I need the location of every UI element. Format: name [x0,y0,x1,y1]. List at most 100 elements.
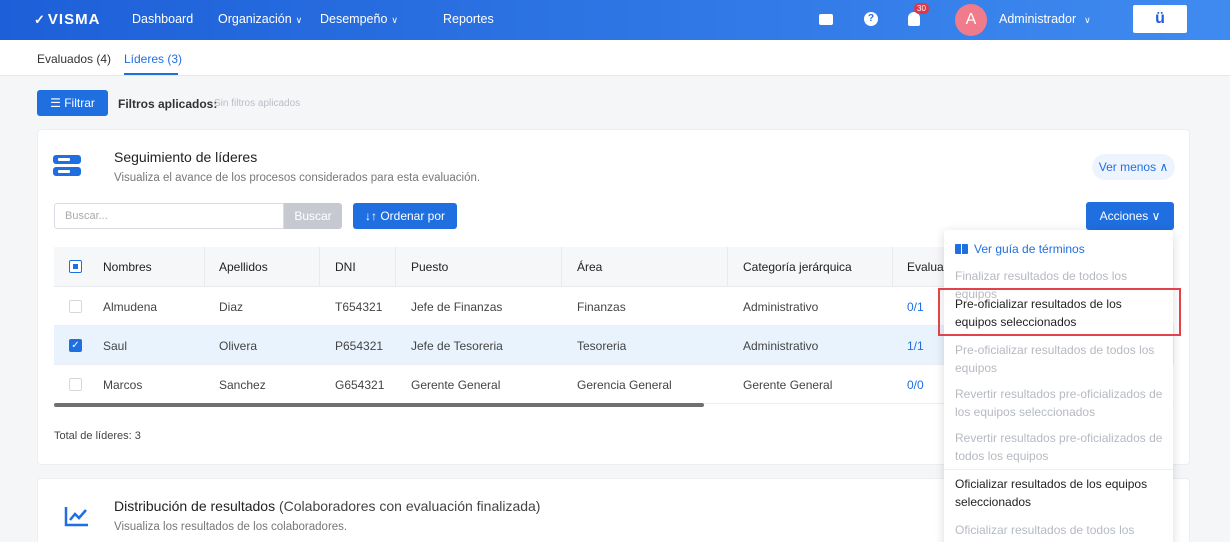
nav-reportes[interactable]: Reportes [443,12,494,26]
nav-desempeno[interactable]: Desempeño ∨ [320,12,398,26]
order-by-button[interactable]: ↓↑ Ordenar por [353,203,457,229]
filter-icon: ☰ [50,96,65,110]
cell-evaluados-link[interactable]: 1/1 [907,339,924,353]
cell-evaluados-link[interactable]: 0/1 [907,300,924,314]
menu-item-revert-all: Revertir resultados pre-oficializados de… [955,431,1163,463]
menu-item-preofficialize-all: Pre-oficializar resultados de todos los … [955,343,1155,375]
actions-button[interactable]: Acciones ∨ [1086,202,1174,230]
order-by-label: Ordenar por [380,209,446,223]
card-title-main: Distribución de resultados [114,498,276,514]
cell-apellidos: Sanchez [219,378,266,392]
visma-mark-icon: ✓ [34,12,46,27]
user-name: Administrador [999,12,1077,26]
filter-button[interactable]: ☰ Filtrar [37,90,108,116]
server-icon-bar-top [53,155,81,164]
chevron-down-icon: ∨ [391,15,398,25]
cell-area: Gerencia General [577,378,672,392]
column-separator [319,247,320,287]
column-header-dni[interactable]: DNI [335,260,356,274]
column-header-nombres[interactable]: Nombres [103,260,152,274]
column-header-categoria[interactable]: Categoría jerárquica [743,260,852,274]
search-button[interactable]: Buscar [284,203,342,229]
row-checkbox[interactable] [69,378,82,391]
top-navigation-bar: ✓ VISMA Dashboard Organización ∨ Desempeño… [0,0,1230,40]
briefcase-icon[interactable] [819,14,833,25]
nav-dashboard-label: Dashboard [132,12,194,26]
notification-badge: 30 [914,3,929,14]
menu-item-officialize-selected[interactable]: Oficializar resultados de los equipos se… [944,475,1173,511]
total-leaders: Total de líderes: 3 [54,430,141,442]
cell-puesto: Jefe de Finanzas [411,300,503,314]
row-checkbox[interactable] [69,300,82,313]
cell-area: Finanzas [577,300,626,314]
filters-applied-value: Sin filtros aplicados [214,98,301,109]
cell-categoria: Gerente General [743,378,833,392]
filters-applied-label: Filtros aplicados: [118,97,218,111]
sort-icon: ↓↑ [364,209,381,223]
menu-item-terms-guide[interactable]: Ver guía de términos [944,240,1173,258]
active-tab-indicator [124,73,178,75]
row-checkbox[interactable]: ✓ [69,339,82,352]
server-icon-bar-bottom [53,167,81,176]
card-subtitle: Visualiza los resultados de los colabora… [114,521,348,533]
column-separator [395,247,396,287]
user-menu[interactable]: Administrador ∨ [999,12,1091,26]
cell-apellidos: Diaz [219,300,244,314]
server-icon [53,153,81,177]
toggle-details-label: Ver menos [1098,160,1157,174]
toggle-details-button[interactable]: Ver menos ∧ [1092,154,1175,180]
nav-organizacion-label: Organización [218,12,292,26]
search-input[interactable] [54,203,284,229]
column-separator [892,247,893,287]
column-header-apellidos[interactable]: Apellidos [219,260,268,274]
column-header-puesto[interactable]: Puesto [411,260,448,274]
cell-evaluados-link[interactable]: 0/0 [907,378,924,392]
card-subtitle: Visualiza el avance de los procesos cons… [114,172,481,184]
avatar[interactable]: A [955,4,987,36]
cell-nombres: Almudena [103,300,158,314]
column-separator [727,247,728,287]
tab-evaluados[interactable]: Evaluados (4) [37,52,111,66]
menu-item-officialize-all: Oficializar resultados de todos los [955,523,1135,537]
column-separator [561,247,562,287]
terms-guide-label: Ver guía de términos [974,242,1085,256]
nav-dashboard[interactable]: Dashboard [132,12,193,26]
column-separator [204,247,205,287]
cell-categoria: Administrativo [743,300,819,314]
card-title-suffix: (Colaboradores con evaluación finalizada… [278,498,541,514]
cell-dni: G654321 [335,378,385,392]
cell-apellidos: Olivera [219,339,258,353]
select-all-checkbox[interactable] [69,260,82,273]
book-icon [955,244,968,254]
sub-tabs: Evaluados (4) Líderes (3) [0,40,1230,76]
actions-dropdown-menu: Ver guía de términos Finalizar resultado… [944,230,1173,542]
cell-area: Tesoreria [577,339,627,353]
visma-logo[interactable]: ✓ VISMA [34,11,100,28]
filter-button-label: Filtrar [64,96,95,110]
chevron-down-icon: ∨ [1151,209,1161,223]
chevron-down-icon: ∨ [295,15,303,25]
logo-text: VISMA [47,11,101,28]
highlight-annotation [938,288,1181,336]
column-header-area[interactable]: Área [577,260,602,274]
menu-item-revert-selected: Revertir resultados pre-oficializados de… [955,387,1163,419]
cell-puesto: Jefe de Tesoreria [411,339,503,353]
horizontal-scrollbar[interactable] [54,403,704,407]
card-title: Distribución de resultados (Colaboradore… [114,498,540,514]
app-switcher-button[interactable]: ü [1133,5,1187,33]
tab-lideres[interactable]: Líderes (3) [124,52,182,66]
nav-desempeno-label: Desempeño [320,12,388,26]
help-icon[interactable]: ? [864,12,878,26]
bell-icon[interactable] [908,12,920,26]
cell-puesto: Gerente General [411,378,501,392]
actions-label: Acciones [1099,209,1149,223]
chevron-up-icon: ∧ [1159,160,1169,174]
trend-chart-icon [64,507,88,527]
cell-dni: T654321 [335,300,383,314]
card-title: Seguimiento de líderes [114,149,258,165]
cell-dni: P654321 [335,339,384,353]
nav-organizacion[interactable]: Organización ∨ [218,12,302,26]
cell-nombres: Marcos [103,378,143,392]
chevron-down-icon: ∨ [1084,15,1091,25]
cell-categoria: Administrativo [743,339,819,353]
